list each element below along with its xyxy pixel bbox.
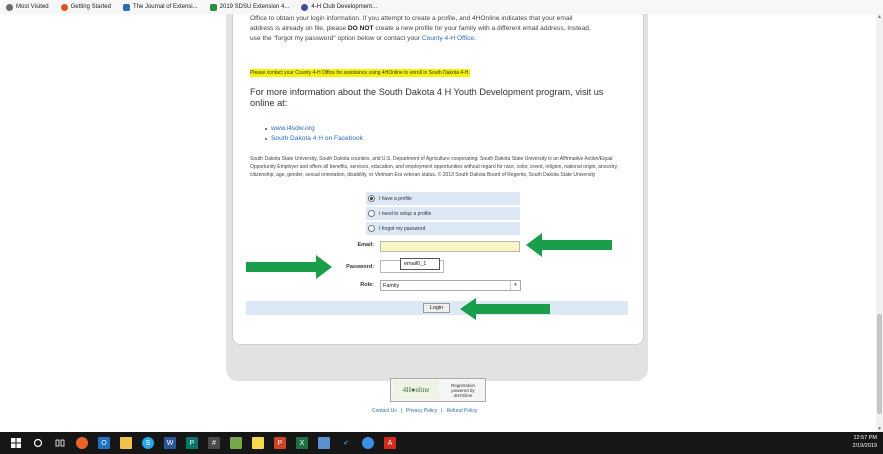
windows-taskbar: O S W P # P X ✔ A	[0, 432, 883, 454]
clover-icon	[209, 3, 217, 11]
email-label: Email:	[357, 242, 374, 248]
skype-icon[interactable]: S	[142, 437, 154, 449]
link-icon	[122, 3, 130, 11]
sticky-notes-icon[interactable]	[252, 437, 264, 449]
checkmark-icon[interactable]: ✔	[340, 437, 352, 449]
legal-notice: South Dakota State University, South Dak…	[250, 156, 619, 178]
bookmark-4h-club-development[interactable]: 4-H Club Development...	[301, 3, 377, 11]
chevron-down-icon[interactable]: ▾	[510, 281, 520, 290]
footer-links: Contact Us | Privacy Policy | Refund Pol…	[372, 408, 478, 414]
bookmark-most-visited[interactable]: Most Visited	[6, 3, 49, 11]
scroll-up-icon[interactable]: ▲	[876, 14, 883, 20]
scroll-thumb[interactable]	[877, 314, 882, 414]
role-select[interactable]: Family ▾	[380, 280, 521, 291]
acrobat-icon[interactable]: A	[384, 437, 396, 449]
snipping-tool-icon[interactable]	[318, 437, 330, 449]
logo-caption: Registration powered by 4HOnline	[450, 382, 475, 398]
bookmarks-toolbar: Most Visited Getting Started The Journal…	[0, 0, 883, 15]
bookmark-sdsu-extension[interactable]: 2019 SDSU Extension 4...	[209, 3, 289, 11]
page-viewport: Office to obtain your login information.…	[0, 14, 876, 432]
chat-icon[interactable]	[362, 437, 374, 449]
gear-icon	[6, 3, 13, 11]
content-panel	[232, 14, 644, 345]
4honline-logo[interactable]: 4H●nline Registration powered by 4HOnlin…	[390, 378, 486, 402]
arrow-right-icon	[246, 255, 332, 279]
bullet-icon	[265, 138, 267, 140]
firefox-icon	[60, 3, 68, 11]
intro-text: Office to obtain your login information.…	[250, 15, 591, 42]
search-icon[interactable]	[32, 437, 44, 449]
bullet-icon	[265, 128, 267, 130]
refund-policy-link[interactable]: Refund Policy	[446, 408, 477, 414]
option-setup-profile[interactable]: I need to setup a profile	[366, 207, 520, 220]
arrow-left-icon	[526, 233, 612, 257]
task-view-icon[interactable]	[54, 437, 66, 449]
firefox-icon[interactable]	[76, 437, 88, 449]
globe-icon	[301, 3, 309, 11]
county-office-link[interactable]: County 4-H Office	[422, 35, 474, 42]
file-explorer-icon[interactable]	[120, 437, 132, 449]
taskbar-clock[interactable]: 12:57 PM 2/19/2019	[853, 434, 877, 450]
publisher-icon[interactable]: P	[186, 437, 198, 449]
option-have-profile[interactable]: I have a profile	[366, 192, 520, 205]
vertical-scrollbar[interactable]: ▲ ▼	[876, 14, 883, 432]
highlighted-notice: Please contact your County 4-H Office fo…	[250, 69, 470, 77]
arrow-left-icon	[460, 298, 550, 320]
info-links: www.i4sdw.org South Dakota 4 H on Facebo…	[265, 124, 363, 144]
option-forgot-password[interactable]: I forgot my password	[366, 222, 520, 235]
email-field[interactable]	[380, 241, 520, 252]
radio-setup-profile[interactable]	[368, 210, 375, 217]
outlook-icon[interactable]: O	[98, 437, 110, 449]
powerpoint-icon[interactable]: P	[274, 437, 286, 449]
word-icon[interactable]: W	[164, 437, 176, 449]
more-info-heading: For more information about the South Dak…	[250, 87, 604, 108]
windows-start-icon[interactable]	[10, 437, 22, 449]
bookmark-journal-extension[interactable]: The Journal of Extensi...	[122, 3, 198, 11]
calculator-icon[interactable]: #	[208, 437, 220, 449]
login-button[interactable]: Login	[423, 303, 450, 313]
paint-icon[interactable]	[230, 437, 242, 449]
4honline-logo-mark: 4H●nline	[393, 381, 439, 399]
radio-forgot-password[interactable]	[368, 225, 375, 232]
bookmark-getting-started[interactable]: Getting Started	[60, 3, 111, 11]
excel-icon[interactable]: X	[296, 437, 308, 449]
facebook-link[interactable]: South Dakota 4 H on Facebook	[271, 134, 363, 144]
contact-us-link[interactable]: Contact Us	[372, 408, 397, 414]
website-link[interactable]: www.i4sdw.org	[271, 124, 315, 134]
privacy-policy-link[interactable]: Privacy Policy	[406, 408, 437, 414]
autocomplete-tooltip: email0_1	[400, 258, 440, 270]
radio-have-profile[interactable]	[368, 195, 375, 202]
role-label: Role:	[360, 282, 374, 288]
